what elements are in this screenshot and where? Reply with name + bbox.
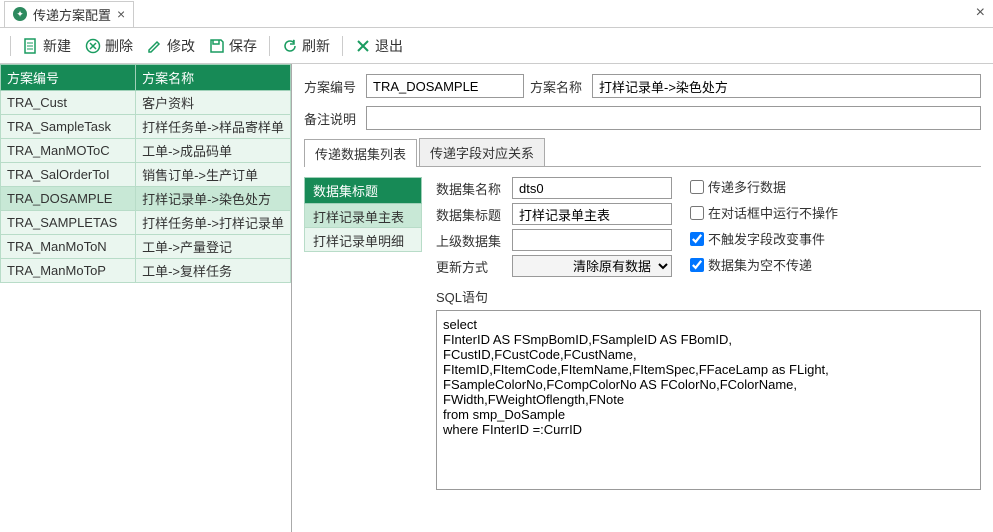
delete-icon (85, 38, 101, 54)
tab-field-mapping[interactable]: 传递字段对应关系 (419, 138, 545, 166)
chk-dialog[interactable]: 在对话框中运行不操作 (690, 203, 838, 222)
code-label: 方案编号 (304, 77, 360, 96)
code-input[interactable] (366, 74, 524, 98)
tab-close-icon[interactable]: × (117, 6, 125, 22)
globe-icon: ✦ (13, 7, 27, 21)
name-input[interactable] (592, 74, 981, 98)
delete-label: 删除 (105, 36, 133, 56)
parent-label: 上级数据集 (436, 231, 506, 250)
chk-multirow[interactable]: 传递多行数据 (690, 177, 838, 196)
dstitle-label: 数据集标题 (436, 205, 506, 224)
dsname-input[interactable] (512, 177, 672, 199)
new-label: 新建 (43, 36, 71, 56)
tab-config[interactable]: ✦ 传递方案配置 × (4, 1, 134, 27)
save-label: 保存 (229, 36, 257, 56)
update-label: 更新方式 (436, 257, 506, 276)
cell-code: TRA_SAMPLETAS (1, 211, 136, 235)
col-code[interactable]: 方案编号 (1, 65, 136, 91)
table-row[interactable]: TRA_SalOrderToI销售订单->生产订单 (1, 163, 291, 187)
cell-name: 销售订单->生产订单 (136, 163, 291, 187)
tab-dataset-list[interactable]: 传递数据集列表 (304, 139, 417, 167)
exit-label: 退出 (375, 36, 403, 56)
left-panel: 方案编号 方案名称 TRA_Cust客户资料TRA_SampleTask打样任务… (0, 64, 292, 532)
separator (10, 36, 11, 56)
cell-name: 客户资料 (136, 91, 291, 115)
tab-title: 传递方案配置 (33, 5, 111, 24)
cell-name: 工单->产量登记 (136, 235, 291, 259)
separator (342, 36, 343, 56)
sql-label: SQL语句 (436, 287, 981, 306)
save-icon (209, 38, 225, 54)
tab-bar: ✦ 传递方案配置 × × (0, 0, 993, 28)
update-select[interactable]: 清除原有数据 (512, 255, 672, 277)
exit-button[interactable]: 退出 (349, 32, 409, 60)
dstitle-input[interactable] (512, 203, 672, 225)
sql-textarea[interactable]: select FInterID AS FSmpBomID,FSampleID A… (436, 310, 981, 490)
dataset-form: 数据集名称 数据集标题 上级数据集 更新方式 (436, 177, 981, 493)
table-row[interactable]: TRA_SampleTask打样任务单->样品寄样单 (1, 115, 291, 139)
cell-name: 工单->成品码单 (136, 139, 291, 163)
dsname-label: 数据集名称 (436, 179, 506, 198)
parent-input[interactable] (512, 229, 672, 251)
refresh-button[interactable]: 刷新 (276, 32, 336, 60)
dataset-list-header: 数据集标题 (304, 177, 422, 204)
cell-code: TRA_DOSAMPLE (1, 187, 136, 211)
delete-button[interactable]: 删除 (79, 32, 139, 60)
new-icon (23, 38, 39, 54)
remark-input[interactable] (366, 106, 981, 130)
name-label: 方案名称 (530, 77, 586, 96)
save-button[interactable]: 保存 (203, 32, 263, 60)
chk-nochange[interactable]: 不触发字段改变事件 (690, 229, 838, 248)
separator (269, 36, 270, 56)
chk-empty-box[interactable] (690, 258, 704, 272)
cell-code: TRA_SalOrderToI (1, 163, 136, 187)
list-item[interactable]: 打样记录单主表 (304, 204, 422, 228)
cell-name: 打样记录单->染色处方 (136, 187, 291, 211)
scheme-table: 方案编号 方案名称 TRA_Cust客户资料TRA_SampleTask打样任务… (0, 64, 291, 283)
cell-code: TRA_SampleTask (1, 115, 136, 139)
chk-nochange-box[interactable] (690, 232, 704, 246)
refresh-icon (282, 38, 298, 54)
cell-code: TRA_Cust (1, 91, 136, 115)
edit-icon (147, 38, 163, 54)
exit-icon (355, 38, 371, 54)
table-row[interactable]: TRA_ManMoToN工单->产量登记 (1, 235, 291, 259)
table-row[interactable]: TRA_SAMPLETAS打样任务单->打样记录单 (1, 211, 291, 235)
dataset-list: 数据集标题 打样记录单主表打样记录单明细 (304, 177, 422, 493)
cell-name: 工单->复样任务 (136, 259, 291, 283)
table-row[interactable]: TRA_ManMOToC工单->成品码单 (1, 139, 291, 163)
main-area: 方案编号 方案名称 TRA_Cust客户资料TRA_SampleTask打样任务… (0, 64, 993, 532)
new-button[interactable]: 新建 (17, 32, 77, 60)
subtabs: 传递数据集列表 传递字段对应关系 (304, 138, 981, 167)
edit-button[interactable]: 修改 (141, 32, 201, 60)
chk-dialog-box[interactable] (690, 206, 704, 220)
refresh-label: 刷新 (302, 36, 330, 56)
remark-label: 备注说明 (304, 109, 360, 128)
table-row[interactable]: TRA_Cust客户资料 (1, 91, 291, 115)
edit-label: 修改 (167, 36, 195, 56)
checkbox-column: 传递多行数据 在对话框中运行不操作 不触发字段改变事件 数据集为空不传递 (690, 177, 838, 281)
cell-name: 打样任务单->打样记录单 (136, 211, 291, 235)
cell-code: TRA_ManMoToP (1, 259, 136, 283)
table-row[interactable]: TRA_DOSAMPLE打样记录单->染色处方 (1, 187, 291, 211)
chk-empty[interactable]: 数据集为空不传递 (690, 255, 838, 274)
col-name[interactable]: 方案名称 (136, 65, 291, 91)
toolbar: 新建 删除 修改 保存 刷新 退出 (0, 28, 993, 64)
cell-code: TRA_ManMOToC (1, 139, 136, 163)
table-row[interactable]: TRA_ManMoToP工单->复样任务 (1, 259, 291, 283)
dataset-pane: 数据集标题 打样记录单主表打样记录单明细 数据集名称 数据集标题 (304, 177, 981, 493)
right-panel: 方案编号 方案名称 备注说明 传递数据集列表 传递字段对应关系 数据集标题 打样… (292, 64, 993, 532)
cell-code: TRA_ManMoToN (1, 235, 136, 259)
window-close-icon[interactable]: × (976, 4, 985, 22)
list-item[interactable]: 打样记录单明细 (304, 228, 422, 252)
cell-name: 打样任务单->样品寄样单 (136, 115, 291, 139)
chk-multirow-box[interactable] (690, 180, 704, 194)
